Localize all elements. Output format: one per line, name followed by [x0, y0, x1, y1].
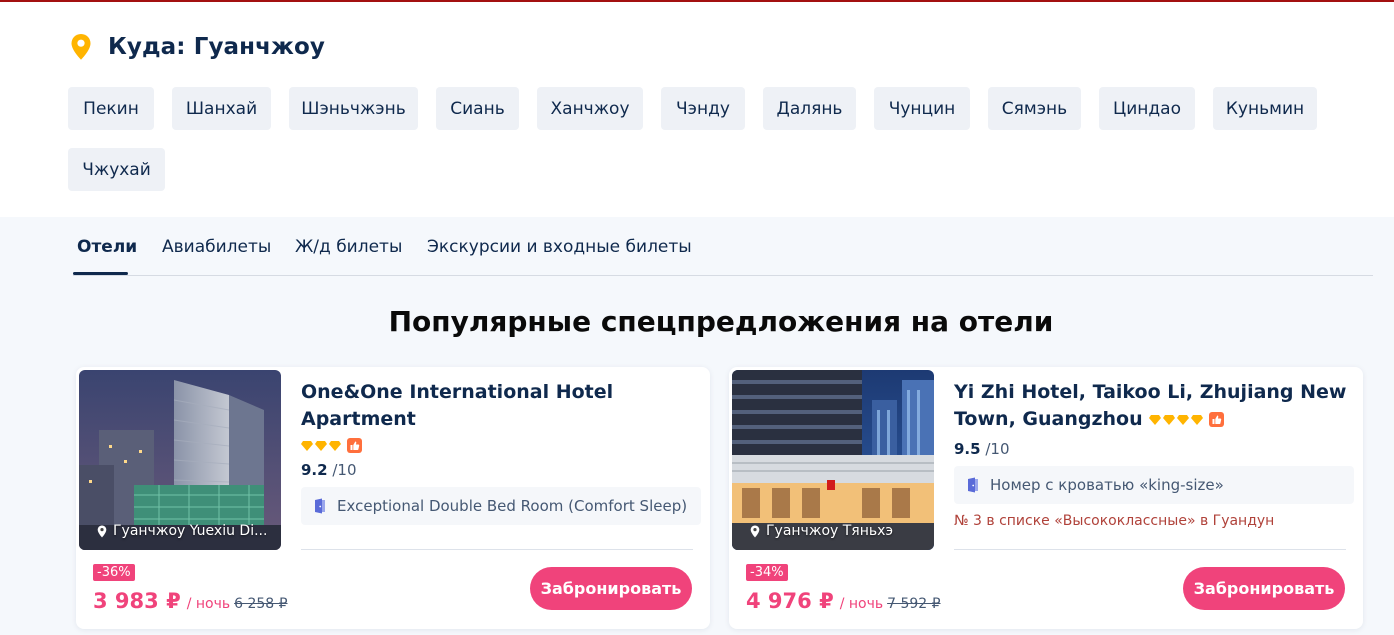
per-night-label: / ночь — [839, 596, 884, 612]
city-chip[interactable]: Чунцин — [874, 87, 970, 130]
hotel-ranking[interactable]: № 3 в списке «Высококлассные» в Гуандун — [954, 513, 1354, 529]
thumbs-up-badge-icon — [347, 438, 362, 453]
hotel-photo[interactable]: Гуанчжоу Тяньхэ — [732, 370, 934, 550]
destination-title: Куда: Гуанчжоу — [108, 34, 326, 60]
diamond-icon — [1191, 414, 1204, 425]
diamond-icon — [329, 440, 341, 451]
hotel-badges — [301, 435, 701, 454]
hotel-rating: 9.5 /10 — [954, 440, 1354, 458]
location-pin-icon — [750, 525, 760, 537]
room-door-icon — [315, 498, 325, 514]
price-row: 4 976 ₽ / ночь 7 592 ₽ — [746, 589, 941, 613]
hotel-info: Yi Zhi Hotel, Taikoo Li, Zhujiang New To… — [954, 379, 1354, 529]
hotel-location-text: Гуанчжоу Yuexiu Di... — [113, 523, 268, 539]
room-type: Номер с кроватью «king-size» — [954, 466, 1354, 504]
room-door-icon — [968, 477, 978, 493]
city-chip[interactable]: Чэнду — [661, 87, 745, 130]
city-chip[interactable]: Далянь — [763, 87, 856, 130]
diamond-rating — [1149, 412, 1225, 427]
discount-badge: -36% — [93, 564, 135, 581]
diamond-icon — [1177, 414, 1190, 425]
discount-badge: -34% — [746, 564, 788, 581]
hotel-photo[interactable]: Гуанчжоу Yuexiu Di... — [79, 370, 281, 550]
hotel-card[interactable]: Гуанчжоу Тяньхэ Yi Zhi Hotel, Taikoo Li,… — [729, 367, 1363, 629]
tab-attractions[interactable]: Экскурсии и входные билеты — [427, 237, 692, 257]
diamond-rating — [301, 438, 362, 453]
hotel-name-text: One&One International Hotel Apartment — [301, 381, 614, 430]
diamond-icon — [1163, 414, 1176, 425]
per-night-label: / ночь — [186, 596, 231, 612]
city-chip[interactable]: Сиань — [436, 87, 519, 130]
rating-score: 9.2 — [301, 461, 328, 479]
city-chip[interactable]: Ханчжоу — [537, 87, 643, 130]
price: 4 976 ₽ — [746, 589, 834, 613]
diamond-icon — [1149, 414, 1162, 425]
room-type-text: Exceptional Double Bed Room (Comfort Sle… — [337, 497, 688, 515]
offers-section: Отели Авиабилеты Ж/д билеты Экскурсии и … — [0, 217, 1394, 635]
price-row: 3 983 ₽ / ночь 6 258 ₽ — [93, 589, 288, 613]
rating-scale: /10 — [985, 440, 1010, 458]
diamond-icon — [315, 440, 327, 451]
city-chip[interactable]: Сямэнь — [988, 87, 1081, 130]
section-title: Популярные спецпредложения на отели — [388, 305, 1054, 338]
hotel-location: Гуанчжоу Тяньхэ — [750, 523, 893, 539]
old-price: 6 258 ₽ — [234, 596, 288, 612]
city-chip[interactable]: Куньмин — [1213, 87, 1317, 130]
card-divider — [301, 549, 693, 550]
location-pin-icon — [97, 525, 107, 537]
city-chip[interactable]: Шанхай — [172, 87, 271, 130]
diamond-icon — [301, 440, 313, 451]
location-pin-icon — [71, 34, 91, 60]
hotel-location-text: Гуанчжоу Тяньхэ — [766, 523, 894, 539]
hotel-info: One&One International Hotel Apartment 9.… — [301, 379, 701, 525]
rating-score: 9.5 — [954, 440, 981, 458]
tab-trains[interactable]: Ж/д билеты — [295, 237, 402, 257]
city-chip[interactable]: Циндао — [1099, 87, 1195, 130]
hotel-rating: 9.2 /10 — [301, 461, 701, 479]
hotel-location: Гуанчжоу Yuexiu Di... — [97, 523, 267, 539]
old-price: 7 592 ₽ — [887, 596, 941, 612]
room-type-text: Номер с кроватью «king-size» — [990, 476, 1224, 494]
destination-section: Куда: Гуанчжоу Пекин Шанхай Шэньчжэнь Си… — [0, 2, 1394, 217]
hotel-name[interactable]: Yi Zhi Hotel, Taikoo Li, Zhujiang New To… — [954, 379, 1354, 433]
city-chip[interactable]: Шэньчжэнь — [289, 87, 418, 130]
card-divider — [954, 549, 1346, 550]
destination-header: Куда: Гуанчжоу — [70, 33, 325, 61]
hotel-name[interactable]: One&One International Hotel Apartment — [301, 379, 701, 433]
book-button[interactable]: Забронировать — [530, 567, 692, 610]
room-type: Exceptional Double Bed Room (Comfort Sle… — [301, 487, 701, 525]
tab-flights[interactable]: Авиабилеты — [162, 237, 271, 257]
active-tab-indicator — [73, 272, 128, 275]
hotel-card[interactable]: Гуанчжоу Yuexiu Di... One&One Internatio… — [76, 367, 710, 629]
product-tabs: Отели Авиабилеты Ж/д билеты Экскурсии и … — [73, 217, 1373, 276]
book-button[interactable]: Забронировать — [1183, 567, 1345, 610]
rating-scale: /10 — [332, 461, 357, 479]
city-chip[interactable]: Пекин — [68, 87, 154, 130]
price: 3 983 ₽ — [93, 589, 181, 613]
city-chip[interactable]: Чжухай — [68, 148, 165, 191]
thumbs-up-badge-icon — [1209, 412, 1225, 427]
tab-hotels[interactable]: Отели — [77, 237, 137, 257]
